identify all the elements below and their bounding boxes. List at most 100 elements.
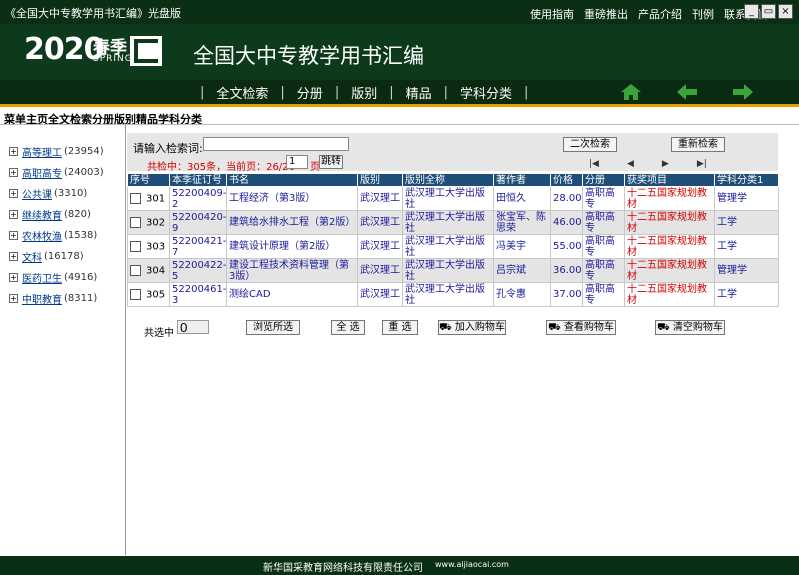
search-input[interactable] <box>203 137 349 151</box>
menu-featured[interactable]: 重磅推出 <box>584 6 628 22</box>
sidebar-item-agriculture[interactable]: + 农林牧渔 (1538) <box>9 225 104 246</box>
book-author: 吕宗斌 <box>493 258 551 283</box>
expand-icon[interactable]: + <box>9 147 18 156</box>
book-code[interactable]: 52200421-7 <box>169 234 227 259</box>
first-page-icon[interactable]: |◀ <box>589 159 599 169</box>
book-subject: 工学 <box>714 234 779 259</box>
book-subject: 工学 <box>714 282 779 307</box>
col-publisher: 版别 <box>357 173 403 187</box>
banner: 2020 春季 SPRING 全国大中专教学用书汇编 <box>0 24 799 80</box>
col-publisher-full: 版别全称 <box>402 173 494 187</box>
row-checkbox[interactable] <box>130 264 141 276</box>
last-page-icon[interactable]: ▶| <box>697 159 707 169</box>
expand-icon[interactable]: + <box>9 273 18 282</box>
next-page-icon[interactable]: ▶ <box>662 159 669 169</box>
nav-volumes[interactable]: 分册 <box>289 83 331 102</box>
book-price: 46.00 <box>550 210 583 235</box>
view-cart-button[interactable]: ⛟ 查看购物车 <box>546 320 616 335</box>
logo-year: 2020 <box>24 32 104 67</box>
expand-icon[interactable]: + <box>9 231 18 240</box>
menu-rates[interactable]: 刊例 <box>692 6 714 22</box>
book-publisher: 武汉理工 <box>357 210 403 235</box>
table-row: 305 52200461-3 测绘CAD 武汉理工 武汉理工大学出版社 孔令惠 … <box>127 282 779 307</box>
sidebar-item-liberal-arts[interactable]: + 文科 (16178) <box>9 246 104 267</box>
maximize-button[interactable]: ▭ <box>761 4 776 19</box>
book-publisher: 武汉理工 <box>357 186 403 211</box>
forward-arrow-icon[interactable] <box>732 83 754 101</box>
book-code[interactable]: 52200422-5 <box>169 258 227 283</box>
book-code[interactable]: 52200461-3 <box>169 282 227 307</box>
row-checkbox[interactable] <box>130 288 141 300</box>
nav-bar: | 全文检索 | 分册 | 版别 | 精品 | 学科分类 | <box>0 80 799 107</box>
nav-publishers[interactable]: 版别 <box>343 83 385 102</box>
home-icon[interactable] <box>620 83 642 101</box>
book-award: 十二五国家规划教材 <box>624 186 715 211</box>
jump-button[interactable]: 跳转 <box>319 155 343 169</box>
book-title[interactable]: 建筑设计原理（第2版） <box>226 234 358 259</box>
table-row: 302 52200420-9 建筑给水排水工程（第2版） 武汉理工 武汉理工大学… <box>127 210 779 235</box>
sidebar-item-medicine[interactable]: + 医药卫生 (4916) <box>9 267 104 288</box>
book-title[interactable]: 建设工程技术资料管理（第3版） <box>226 258 358 283</box>
second-search-button[interactable]: 二次检索 <box>563 137 617 152</box>
nav-premium[interactable]: 精品 <box>398 83 440 102</box>
window-title: 《全国大中专教学用书汇编》光盘版 <box>5 7 181 20</box>
search-label: 请输入检索词: <box>133 142 203 155</box>
book-volume: 高职高专 <box>582 186 625 211</box>
prev-page-icon[interactable]: ◀ <box>627 159 634 169</box>
col-title: 书名 <box>226 173 358 187</box>
nav-subjects[interactable]: 学科分类 <box>452 83 520 102</box>
logo-season-en: SPRING <box>93 54 133 64</box>
browse-selected-button[interactable]: 浏览所选 <box>246 320 300 335</box>
expand-icon[interactable]: + <box>9 189 18 198</box>
row-checkbox[interactable] <box>130 216 141 228</box>
table-row: 301 52200409-2 工程经济（第3版） 武汉理工 武汉理工大学出版社 … <box>127 186 779 211</box>
sidebar-item-public-courses[interactable]: + 公共课 (3310) <box>9 183 104 204</box>
sidebar-item-vocational[interactable]: + 高职高专 (24003) <box>9 162 104 183</box>
col-author: 著作者 <box>493 173 551 187</box>
col-code: 本季征订号 <box>169 173 227 187</box>
sidebar-item-secondary-vocational[interactable]: + 中职教育 (8311) <box>9 288 104 309</box>
book-price: 28.00 <box>550 186 583 211</box>
reselect-button[interactable]: 重 选 <box>382 320 418 335</box>
book-award: 十二五国家规划教材 <box>624 258 715 283</box>
footer: 新华国采教育网络科技有限责任公司 www.aijiaocai.com <box>0 556 799 575</box>
book-publisher-full: 武汉理工大学出版社 <box>402 258 494 283</box>
book-author: 张宝军、陈思荣 <box>493 210 551 235</box>
select-all-button[interactable]: 全 选 <box>331 320 365 335</box>
book-title[interactable]: 建筑给水排水工程（第2版） <box>226 210 358 235</box>
selection-toolbar: 共选中 浏览所选 全 选 重 选 ⛟ 加入购物车 ⛟ 查看购物车 ⛟ 清空购物车 <box>127 318 778 340</box>
book-code[interactable]: 52200420-9 <box>169 210 227 235</box>
row-checkbox[interactable] <box>130 192 141 204</box>
book-code[interactable]: 52200409-2 <box>169 186 227 211</box>
book-title[interactable]: 工程经济（第3版） <box>226 186 358 211</box>
menu-product[interactable]: 产品介绍 <box>638 6 682 22</box>
expand-icon[interactable]: + <box>9 168 18 177</box>
expand-icon[interactable]: + <box>9 210 18 219</box>
expand-icon[interactable]: + <box>9 252 18 261</box>
menu-guide[interactable]: 使用指南 <box>530 6 574 22</box>
minimize-button[interactable]: _ <box>744 4 759 19</box>
expand-icon[interactable]: + <box>9 294 18 303</box>
book-publisher: 武汉理工 <box>357 282 403 307</box>
col-award: 获奖项目 <box>624 173 715 187</box>
book-price: 37.00 <box>550 282 583 307</box>
book-price: 36.00 <box>550 258 583 283</box>
clear-cart-button[interactable]: ⛟ 清空购物车 <box>655 320 725 335</box>
sidebar-item-engineering[interactable]: + 高等理工 (23954) <box>9 141 104 162</box>
add-cart-button[interactable]: ⛟ 加入购物车 <box>438 320 506 335</box>
page-input[interactable]: 1 <box>286 155 308 169</box>
re-search-button[interactable]: 重新检索 <box>671 137 725 152</box>
window-controls: _ ▭ × <box>744 4 793 19</box>
pager: |◀ ◀ ▶ ▶| <box>589 159 707 169</box>
book-subject: 管理学 <box>714 258 779 283</box>
sidebar-item-continuing-edu[interactable]: + 继续教育 (820) <box>9 204 104 225</box>
book-volume: 高职高专 <box>582 258 625 283</box>
book-publisher-full: 武汉理工大学出版社 <box>402 210 494 235</box>
back-arrow-icon[interactable] <box>676 83 698 101</box>
row-checkbox[interactable] <box>130 240 141 252</box>
book-title[interactable]: 测绘CAD <box>226 282 358 307</box>
table-row: 303 52200421-7 建筑设计原理（第2版） 武汉理工 武汉理工大学出版… <box>127 234 779 259</box>
close-button[interactable]: × <box>778 4 793 19</box>
table-header: 序号 本季征订号 书名 版别 版别全称 著作者 价格 分册 获奖项目 学科分类1 <box>127 173 779 187</box>
nav-fulltext-search[interactable]: 全文检索 <box>208 83 276 102</box>
